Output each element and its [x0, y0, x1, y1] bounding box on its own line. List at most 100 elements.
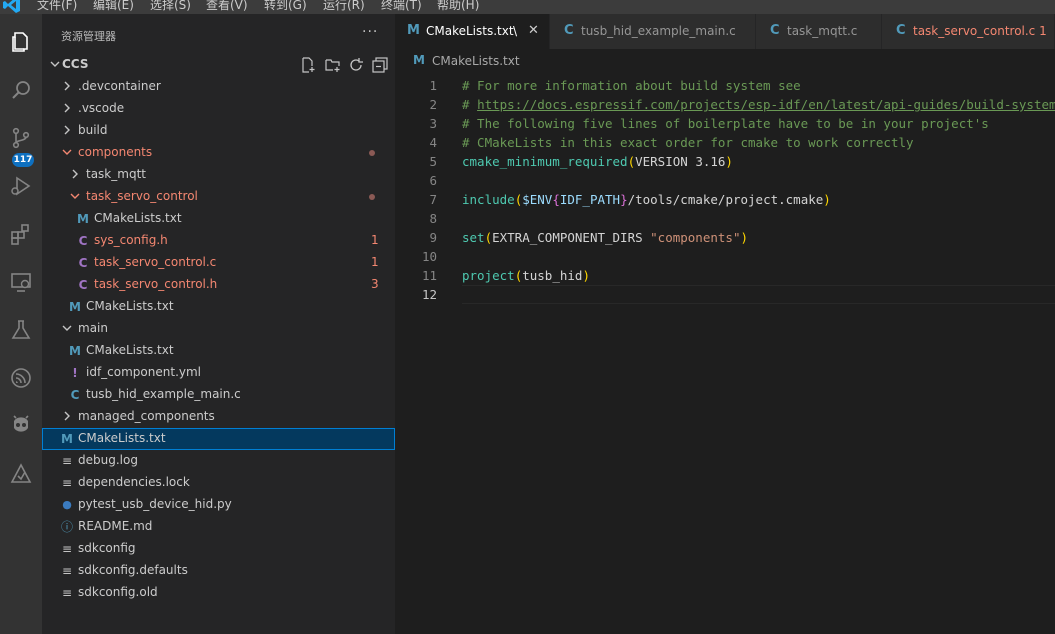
code-token: } [620, 192, 628, 207]
menu-run[interactable]: 运行(R) [323, 0, 365, 13]
menu-goto[interactable]: 转到(G) [264, 0, 307, 13]
c-file-icon: C [78, 234, 88, 248]
folder-item[interactable]: .vscode [42, 98, 395, 120]
chevron-right-icon [64, 103, 70, 113]
tab-tusb-hid-example-main[interactable]: C tusb_hid_example_main.c [550, 14, 756, 49]
vscode-logo-icon [3, 0, 20, 13]
folder-item[interactable]: build [42, 120, 395, 142]
file-item[interactable]: M CMakeLists.txt [42, 208, 395, 230]
line-number: 9 [429, 230, 437, 245]
file-item[interactable]: Ctask_servo_control.c 1 [42, 252, 395, 274]
code-token: # For more information about build syste… [462, 78, 801, 93]
file-item[interactable]: M CMakeLists.txt [42, 428, 395, 450]
item-label: main [78, 321, 108, 335]
file-item[interactable]: ≡ debug.log [42, 450, 395, 472]
item-label: README.md [78, 519, 153, 533]
explorer-icon[interactable] [4, 25, 38, 59]
item-label: task_mqtt [86, 167, 146, 181]
file-item[interactable]: ≡ sdkconfig.defaults [42, 560, 395, 582]
code-token: ( [627, 154, 636, 169]
menu-view[interactable]: 查看(V) [206, 0, 248, 13]
file-item[interactable]: ● pytest_usb_device_hid.py [42, 494, 395, 516]
breadcrumb: M CMakeLists.txt [395, 49, 1055, 71]
breadcrumb-file[interactable]: CMakeLists.txt [432, 54, 520, 68]
menu-help[interactable]: 帮助(H) [437, 0, 479, 13]
tab-cmakelists[interactable]: M CMakeLists.txt \ ✕ [395, 14, 550, 49]
c-file-icon: C [78, 256, 88, 270]
run-debug-icon[interactable] [4, 169, 38, 203]
folder-item[interactable]: components [42, 142, 395, 164]
idf-icon[interactable] [4, 457, 38, 491]
menu-terminal[interactable]: 终端(T) [381, 0, 422, 13]
file-item[interactable]: ≡ sdkconfig.old [42, 582, 395, 604]
code-editor[interactable]: 1 2 3 4 5 6 7 8 9 10 11 12 # For more information a… [395, 71, 1055, 634]
item-label: CMakeLists.txt [78, 431, 166, 445]
close-icon[interactable]: ✕ [528, 23, 539, 38]
code-line: project(tusb_hid) [462, 266, 590, 285]
text-file-icon: ≡ [61, 564, 73, 578]
tab-label: task_servo_control.c 1 [913, 24, 1047, 38]
folder-item[interactable]: .devcontainer [42, 76, 395, 98]
more-actions-button[interactable]: ··· [362, 24, 378, 40]
c-file-icon: C [78, 278, 88, 292]
code-token: # The following five lines of boilerplat… [462, 116, 989, 131]
cmake-file-icon: M [413, 53, 425, 67]
collapse-all-icon[interactable] [372, 57, 388, 73]
testing-icon[interactable] [4, 313, 38, 347]
extensions-icon[interactable] [4, 217, 38, 251]
file-item[interactable]: ! idf_component.yml [42, 362, 395, 384]
code-token: project [462, 268, 515, 283]
cmake-file-icon: M [407, 23, 420, 38]
folder-item[interactable]: task_mqtt [42, 164, 395, 186]
line-number: 4 [429, 135, 437, 150]
code-token: IDF_PATH [559, 192, 621, 207]
refresh-icon[interactable] [348, 57, 364, 73]
yaml-file-icon: ! [72, 366, 78, 380]
tab-task-servo-control[interactable]: C task_servo_control.c 1 [882, 14, 1055, 49]
code-token: # [462, 97, 478, 112]
tab-label: CMakeLists.txt [426, 24, 514, 38]
item-label: task_servo_control.c [94, 255, 217, 269]
espressif-icon[interactable] [4, 361, 38, 395]
file-item[interactable]: ≡ sdkconfig [42, 538, 395, 560]
folder-item[interactable]: task_servo_control [42, 186, 395, 208]
line-number: 6 [429, 173, 437, 188]
search-icon[interactable] [4, 73, 38, 107]
platformio-icon[interactable] [4, 409, 38, 443]
item-label: sdkconfig [78, 541, 136, 555]
text-file-icon: ≡ [61, 454, 73, 468]
menu-selection[interactable]: 选择(S) [150, 0, 191, 13]
file-item[interactable]: Ctask_servo_control.h 3 [42, 274, 395, 296]
file-item[interactable]: ⓘ README.md [42, 516, 395, 538]
remote-explorer-icon[interactable] [4, 265, 38, 299]
source-control-icon[interactable] [4, 121, 38, 155]
code-line: cmake_minimum_required(VERSION 3.16) [462, 152, 733, 171]
code-token: set [462, 230, 485, 245]
tab-task-mqtt[interactable]: C task_mqtt.c [756, 14, 882, 49]
line-number: 7 [429, 192, 437, 207]
code-token: ) [823, 192, 831, 207]
folder-item[interactable]: managed_components [42, 406, 395, 428]
file-item[interactable]: M CMakeLists.txt [42, 296, 395, 318]
code-line: # For more information about build syste… [462, 76, 801, 95]
item-label: pytest_usb_device_hid.py [78, 497, 232, 511]
text-file-icon: ≡ [61, 586, 73, 600]
file-item[interactable]: ≡ dependencies.lock [42, 472, 395, 494]
menu-bar: 文件(F) 编辑(E) 选择(S) 查看(V) 转到(G) 运行(R) 终端(T… [0, 0, 1055, 14]
file-item[interactable]: M CMakeLists.txt [42, 340, 395, 362]
menu-file[interactable]: 文件(F) [37, 0, 77, 13]
workspace-root[interactable]: CCS [42, 54, 395, 76]
chevron-right-icon [64, 411, 70, 421]
file-item[interactable]: Ctusb_hid_example_main.c [42, 384, 395, 406]
line-number: 8 [429, 211, 437, 226]
new-file-icon[interactable] [300, 57, 316, 73]
item-label: dependencies.lock [78, 475, 190, 489]
new-folder-icon[interactable] [325, 57, 341, 73]
folder-item[interactable]: main [42, 318, 395, 340]
file-item[interactable]: Csys_config.h 1 [42, 230, 395, 252]
chevron-right-icon [72, 169, 78, 179]
menu-edit[interactable]: 编辑(E) [93, 0, 134, 13]
code-token: ) [740, 230, 748, 245]
tab-label: tusb_hid_example_main.c [581, 24, 736, 38]
code-token: /tools/cmake/project.cmake [627, 192, 824, 207]
